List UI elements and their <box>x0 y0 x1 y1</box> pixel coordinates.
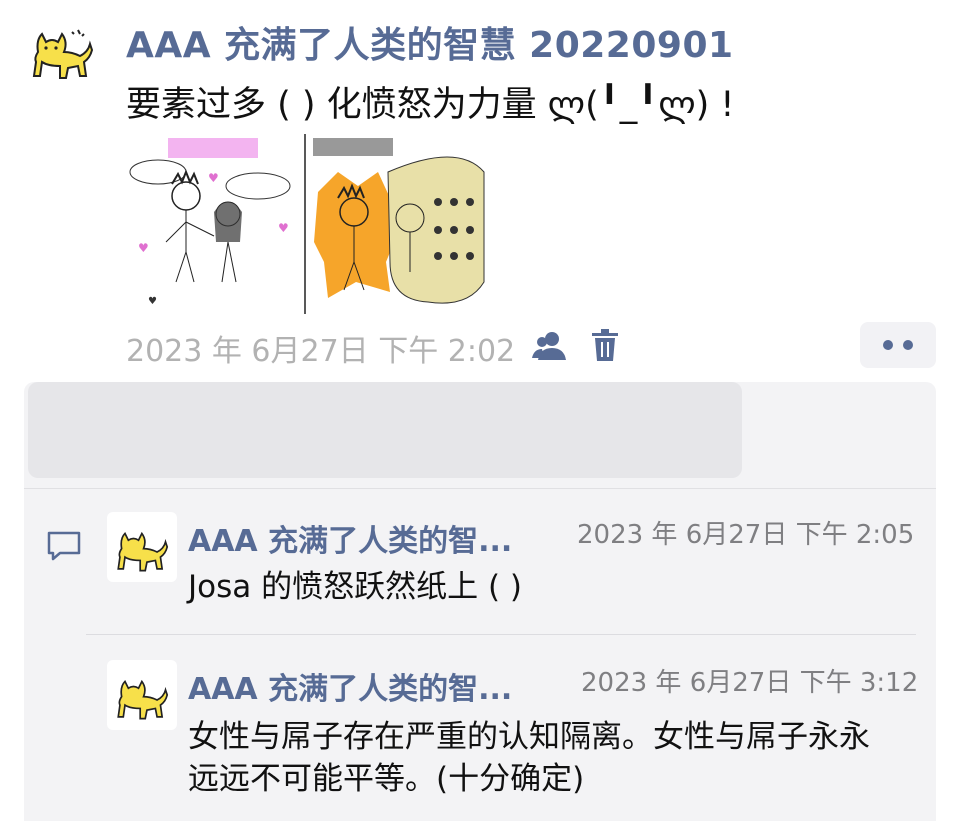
post-image[interactable]: ♥ ♥ ♥ ♥ <box>128 132 490 316</box>
more-dot <box>883 340 893 350</box>
commenter-avatar[interactable] <box>107 660 177 730</box>
commenter-name[interactable]: AAA 充满了人类的智... <box>188 664 512 708</box>
likes-area <box>28 382 742 478</box>
commenter-name[interactable]: AAA 充满了人类的智... <box>188 516 512 560</box>
comments-panel: AAA 充满了人类的智... 2023 年 6月27日 下午 2:05 Josa… <box>24 382 936 821</box>
comment-bubble-icon <box>46 530 82 562</box>
comment-text[interactable]: 女性与屌子存在严重的认知隔离。女性与屌子永永远远不可能平等。(十分确定) <box>188 716 898 800</box>
post-author-name[interactable]: AAA 充满了人类的智慧 20220901 <box>126 16 734 68</box>
svg-text:♥: ♥ <box>148 296 157 307</box>
comic-illustration: ♥ ♥ ♥ ♥ <box>128 132 490 316</box>
author-avatar[interactable] <box>28 22 96 84</box>
divider <box>24 488 936 489</box>
contacts-icon[interactable] <box>532 330 568 362</box>
post-text: 要素过多 ( ) 化愤怒为力量 ლ(╹_╹ლ) ! <box>126 85 735 125</box>
post-timestamp: 2023 年 6月27日 下午 2:02 <box>126 334 516 369</box>
cat-avatar-icon <box>32 29 94 79</box>
trash-icon[interactable] <box>590 328 620 362</box>
comment-text[interactable]: Josa 的愤怒跃然纸上 ( ) <box>188 566 908 608</box>
svg-text:♥: ♥ <box>278 221 289 235</box>
commenter-avatar[interactable] <box>107 512 177 582</box>
svg-text:♥: ♥ <box>138 241 149 255</box>
comment-divider <box>86 634 916 635</box>
more-options-button[interactable] <box>860 322 936 368</box>
comment-time: 2023 年 6月27日 下午 2:05 <box>577 520 915 550</box>
comment-time: 2023 年 6月27日 下午 3:12 <box>581 668 919 698</box>
cat-avatar-icon <box>117 679 169 720</box>
cat-avatar-icon <box>117 531 169 572</box>
svg-text:♥: ♥ <box>208 171 219 185</box>
more-dot <box>903 340 913 350</box>
